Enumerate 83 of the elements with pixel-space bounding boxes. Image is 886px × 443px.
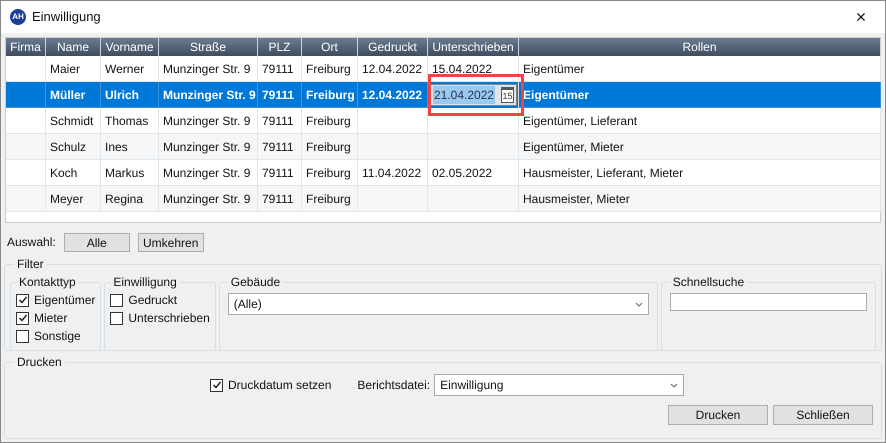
table-cell-text: Freiburg <box>306 164 351 182</box>
select-all-button[interactable]: Alle <box>64 232 130 252</box>
table-cell-text: 79111 <box>262 86 294 104</box>
table-cell-text: Regina <box>105 190 144 208</box>
report-file-label: Berichtsdatei: <box>357 377 430 394</box>
table-cell-text: Meyer <box>50 190 84 208</box>
checkbox-label: Mieter <box>34 310 68 327</box>
table-cell-text: 79111 <box>262 164 294 182</box>
group-title: Filter <box>16 256 45 273</box>
table-cell-text: Munzinger Str. 9 <box>163 112 250 130</box>
table-cell-text: Koch <box>50 164 78 182</box>
table-cell-text: Ines <box>105 138 128 156</box>
table-cell-text: 79111 <box>262 112 294 130</box>
table-cell-text: Munzinger Str. 9 <box>163 164 250 182</box>
table-cell-text: Eigentümer, Lieferant <box>523 112 638 130</box>
table-cell-text: 12.04.2022 <box>362 86 422 104</box>
selection-label: Auswahl: <box>7 234 56 251</box>
table-row[interactable]: Meyer Regina Munzinger Str. 9 79111 Freiburg Hausmeister, Mieter <box>6 186 880 212</box>
chevron-down-icon <box>670 382 678 388</box>
table-cell-text: 12.04.2022 <box>362 60 422 78</box>
table-cell-text: 79111 <box>262 138 294 156</box>
table-cell-text: Freiburg <box>306 60 351 78</box>
table-cell-text: 11.04.2022 <box>362 164 422 182</box>
group-title: Einwilligung <box>112 274 178 291</box>
table-cell-text: Ulrich <box>105 86 140 104</box>
group-title: Gebäude <box>230 274 282 291</box>
table-row[interactable]: Schmidt Thomas Munzinger Str. 9 79111 Freiburg Eigentümer, Lieferant <box>6 108 880 134</box>
date-picker[interactable]: 21.04.2022 15 <box>430 84 517 106</box>
table-cell-text: Eigentümer <box>523 86 590 104</box>
table-row[interactable]: Schulz Ines Munzinger Str. 9 79111 Freiburg Eigentümer, Mieter <box>6 134 880 160</box>
checkbox[interactable] <box>110 294 124 306</box>
checkmark-icon <box>212 380 222 390</box>
table-cell-text: Freiburg <box>306 112 351 130</box>
table-row[interactable]: Müller Ulrich Munzinger Str. 9 79111 Freiburg 12.04.2022 21.04.2022 15 Eigentümer <box>6 82 880 108</box>
chevron-down-icon <box>634 302 643 306</box>
checkbox[interactable] <box>210 378 223 392</box>
table-cell-text: Schulz <box>50 138 86 156</box>
close-button[interactable]: × <box>849 5 873 29</box>
group-title: Kontakttyp <box>18 274 77 291</box>
table-cell-text: Munzinger Str. 9 <box>163 190 250 208</box>
table-cell-text: Munzinger Str. 9 <box>163 60 250 78</box>
table-cell-text: Thomas <box>105 112 148 130</box>
search-field[interactable] <box>670 293 867 311</box>
group-title: Drucken <box>16 354 63 371</box>
checkbox-label: Sonstige <box>34 328 81 345</box>
date-value: 21.04.2022 <box>433 86 496 104</box>
table-cell-text: 02.05.2022 <box>432 164 492 182</box>
table-cell-text: Müller <box>50 86 86 104</box>
checkbox[interactable] <box>110 312 124 324</box>
checkbox[interactable] <box>16 294 29 306</box>
table-cell-text: 79111 <box>262 60 294 78</box>
calendar-icon[interactable]: 15 <box>501 87 514 103</box>
table-cell-text: Munzinger Str. 9 <box>163 138 250 156</box>
checkbox-label: Unterschrieben <box>128 310 210 327</box>
table-cell-text: 79111 <box>262 190 294 208</box>
window-title: Einwilligung <box>32 8 101 26</box>
app-logo: AH <box>10 9 26 25</box>
checkbox-label: Gedruckt <box>128 292 178 309</box>
table-cell-text: 15.04.2022 <box>432 60 492 78</box>
invert-selection-button[interactable]: Umkehren <box>138 232 204 252</box>
table-cell-text: Eigentümer <box>523 60 584 78</box>
table-row[interactable]: Koch Markus Munzinger Str. 9 79111 Freiburg 11.04.2022 02.05.2022 Hausmeister, Lieferant, Mieter <box>6 160 880 186</box>
checkbox[interactable] <box>16 330 29 342</box>
table-cell-text: Markus <box>105 164 144 182</box>
table-cell-text: Maier <box>50 60 80 78</box>
dialog-button[interactable]: Drucken <box>668 405 768 425</box>
table-cell-text: Hausmeister, Mieter <box>523 190 630 208</box>
table-cell-text: Hausmeister, Lieferant, Mieter <box>523 164 684 182</box>
checkbox-label: Eigentümer <box>34 292 96 309</box>
table-cell-text: Munzinger Str. 9 <box>163 86 256 104</box>
dialog-button[interactable]: Schließen <box>773 405 873 425</box>
report-file-dropdown[interactable]: Einwilligung <box>434 374 684 396</box>
table-cell-text: Werner <box>105 60 144 78</box>
checkbox-label: Druckdatum setzen <box>228 377 332 394</box>
checkbox[interactable] <box>16 312 29 324</box>
table-cell-text: Schmidt <box>50 112 94 130</box>
table-cell-text: Freiburg <box>306 138 351 156</box>
table-cell-text: Eigentümer, Mieter <box>523 138 624 156</box>
group-title: Schnellsuche <box>672 274 746 291</box>
table-cell-text: Freiburg <box>306 190 351 208</box>
table-row[interactable]: Maier Werner Munzinger Str. 9 79111 Freiburg 12.04.2022 15.04.2022 Eigentümer <box>6 56 880 82</box>
building-dropdown[interactable]: (Alle) <box>228 293 649 315</box>
table-cell-text: Freiburg <box>306 86 355 104</box>
